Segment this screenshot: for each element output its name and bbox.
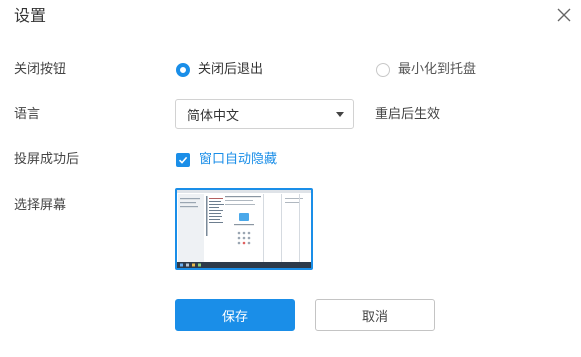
radio-unselected-indicator [376,63,390,77]
radio-selected-indicator [176,63,190,77]
language-label: 语言 [14,107,41,122]
radio-exit-on-close-label: 关闭后退出 [198,62,264,77]
screen-thumbnail[interactable] [175,188,313,270]
radio-minimize-to-tray-label: 最小化到托盘 [398,62,477,77]
chevron-down-icon [336,112,344,117]
dialog-title: 设置 [14,6,47,25]
radio-minimize-to-tray[interactable]: 最小化到托盘 [376,61,476,79]
close-icon [557,8,571,22]
after-cast-label: 投屏成功后 [14,152,80,167]
auto-hide-checkbox-label: 窗口自动隐藏 [199,152,278,167]
restart-note: 重启后生效 [375,107,441,122]
checkbox-box [176,153,190,167]
save-button[interactable]: 保存 [175,299,295,331]
screen-select-label: 选择屏幕 [14,198,67,213]
close-button[interactable] [555,6,573,24]
auto-hide-checkbox[interactable]: 窗口自动隐藏 [176,151,277,169]
radio-exit-on-close[interactable]: 关闭后退出 [176,61,263,79]
settings-dialog: 设置 关闭按钮 关闭后退出 最小化到托盘 语言 简体中文 重启后生效 投屏成功后… [0,0,581,357]
language-select-value: 简体中文 [187,108,240,124]
check-icon [178,156,188,164]
cancel-button[interactable]: 取消 [315,299,435,331]
close-behavior-label: 关闭按钮 [14,62,67,77]
screen-preview-image [177,190,311,268]
language-select[interactable]: 简体中文 [175,99,354,129]
